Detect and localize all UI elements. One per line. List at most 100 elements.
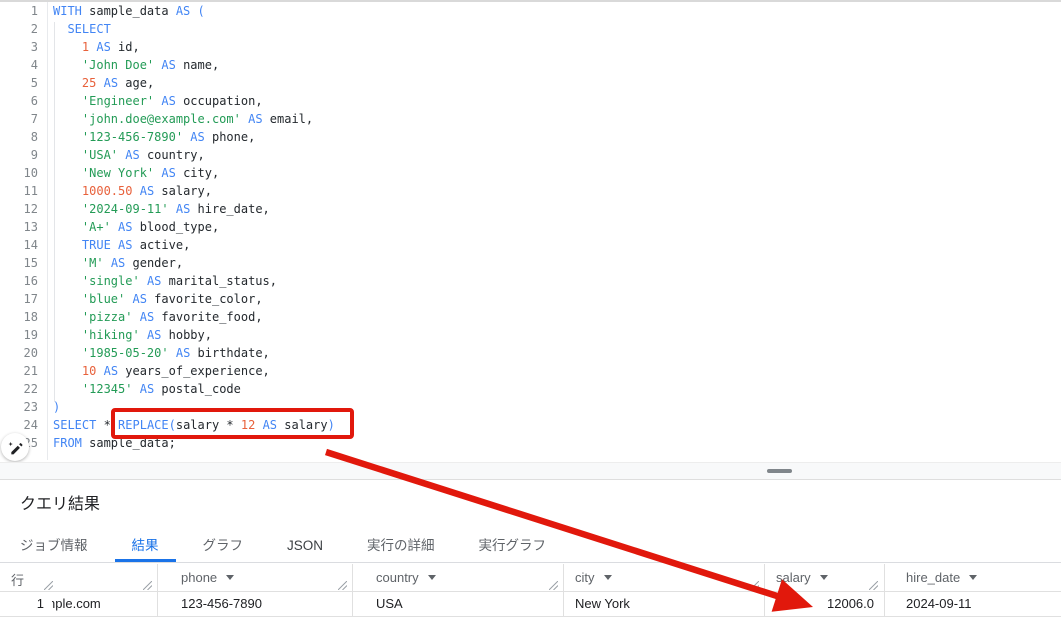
- code-lines[interactable]: 1WITH sample_data AS (2 SELECT3 1 AS id,…: [0, 4, 1061, 454]
- drag-handle-icon[interactable]: [767, 469, 792, 473]
- results-tabs: ジョブ情報 結果 グラフ JSON 実行の詳細 実行グラフ: [0, 530, 1061, 563]
- code-line[interactable]: 23): [0, 400, 1061, 418]
- code-text: '1985-05-20' AS birthdate,: [53, 346, 270, 364]
- line-number: 12: [0, 202, 38, 220]
- code-text: TRUE AS active,: [53, 238, 190, 256]
- code-line[interactable]: 7 'john.doe@example.com' AS email,: [0, 112, 1061, 130]
- column-resize-icon[interactable]: [44, 581, 53, 590]
- code-text: 10 AS years_of_experience,: [53, 364, 270, 382]
- tab-execution-details[interactable]: 実行の詳細: [350, 530, 452, 562]
- code-line[interactable]: 1 WITH sample_data AS (: [0, 4, 1061, 22]
- line-number: 23: [0, 400, 38, 418]
- code-line[interactable]: 14 TRUE AS active,: [0, 238, 1061, 256]
- row-divider: [0, 616, 1061, 617]
- sort-caret-icon[interactable]: [820, 575, 828, 580]
- code-line[interactable]: 13 'A+' AS blood_type,: [0, 220, 1061, 238]
- cell-email-truncated: nple.com: [52, 596, 154, 611]
- sort-caret-icon[interactable]: [428, 575, 436, 580]
- sort-caret-icon[interactable]: [969, 575, 977, 580]
- cell-hire-date: 2024-09-11: [906, 596, 972, 611]
- code-line[interactable]: 3 1 AS id,: [0, 40, 1061, 58]
- code-line[interactable]: 10 'New York' AS city,: [0, 166, 1061, 184]
- panel-splitter[interactable]: [0, 462, 1061, 480]
- code-line[interactable]: 5 25 AS age,: [0, 76, 1061, 94]
- code-text: 'John Doe' AS name,: [53, 58, 219, 76]
- cell-city: New York: [575, 596, 630, 611]
- code-line[interactable]: 24SELECT * REPLACE(salary * 12 AS salary…: [0, 418, 1061, 436]
- line-number: 20: [0, 346, 38, 364]
- line-number: 17: [0, 292, 38, 310]
- line-number: 2: [0, 22, 38, 40]
- column-resize-icon[interactable]: [143, 581, 152, 590]
- code-line[interactable]: 19 'hiking' AS hobby,: [0, 328, 1061, 346]
- column-divider: [352, 564, 353, 616]
- cell-country: USA: [376, 596, 403, 611]
- code-text: '123-456-7890' AS phone,: [53, 130, 255, 148]
- code-text: 1 AS id,: [53, 40, 140, 58]
- code-text: 'single' AS marital_status,: [53, 274, 277, 292]
- code-text: WITH sample_data AS (: [53, 4, 205, 22]
- code-text: 'New York' AS city,: [53, 166, 219, 184]
- code-line[interactable]: 17 'blue' AS favorite_color,: [0, 292, 1061, 310]
- code-text: SELECT: [53, 22, 111, 40]
- code-line[interactable]: 22 '12345' AS postal_code: [0, 382, 1061, 400]
- tab-chart[interactable]: グラフ: [186, 530, 261, 562]
- column-header-city[interactable]: city: [575, 570, 612, 585]
- line-number: 19: [0, 328, 38, 346]
- code-text: SELECT * REPLACE(salary * 12 AS salary): [53, 418, 335, 436]
- code-text: 'pizza' AS favorite_food,: [53, 310, 263, 328]
- column-header-phone[interactable]: phone: [181, 570, 234, 585]
- code-line[interactable]: 6 'Engineer' AS occupation,: [0, 94, 1061, 112]
- code-line[interactable]: 21 10 AS years_of_experience,: [0, 364, 1061, 382]
- column-resize-icon[interactable]: [750, 581, 759, 590]
- code-text: '12345' AS postal_code: [53, 382, 241, 400]
- code-line[interactable]: 20 '1985-05-20' AS birthdate,: [0, 346, 1061, 364]
- sort-caret-icon[interactable]: [604, 575, 612, 580]
- line-number: 8: [0, 130, 38, 148]
- line-number: 3: [0, 40, 38, 58]
- code-text: 'A+' AS blood_type,: [53, 220, 219, 238]
- tab-job-info[interactable]: ジョブ情報: [3, 530, 105, 562]
- sql-editor[interactable]: 1WITH sample_data AS (2 SELECT3 1 AS id,…: [0, 2, 1061, 462]
- code-text: 'M' AS gender,: [53, 256, 183, 274]
- ai-edit-pencil-icon[interactable]: [1, 433, 29, 461]
- code-line[interactable]: 12 '2024-09-11' AS hire_date,: [0, 202, 1061, 220]
- code-line[interactable]: 9 'USA' AS country,: [0, 148, 1061, 166]
- code-text: FROM sample_data;: [53, 436, 176, 454]
- code-line[interactable]: 16 'single' AS marital_status,: [0, 274, 1061, 292]
- tab-execution-graph[interactable]: 実行グラフ: [462, 530, 564, 562]
- code-text: 'Engineer' AS occupation,: [53, 94, 263, 112]
- line-number: 6: [0, 94, 38, 112]
- code-line[interactable]: 18 'pizza' AS favorite_food,: [0, 310, 1061, 328]
- code-text: 'john.doe@example.com' AS email,: [53, 112, 313, 130]
- line-number: 7: [0, 112, 38, 130]
- column-divider: [563, 564, 564, 616]
- code-line[interactable]: 4 'John Doe' AS name,: [0, 58, 1061, 76]
- column-header-row-number: 行: [11, 570, 24, 589]
- line-number: 11: [0, 184, 38, 202]
- column-header-hire-date[interactable]: hire_date: [906, 570, 977, 585]
- column-resize-icon[interactable]: [338, 581, 347, 590]
- line-number: 4: [0, 58, 38, 76]
- cell-phone: 123-456-7890: [181, 596, 262, 611]
- code-line[interactable]: 2 SELECT: [0, 22, 1061, 40]
- tab-results[interactable]: 結果: [115, 530, 176, 562]
- code-line[interactable]: 15 'M' AS gender,: [0, 256, 1061, 274]
- sort-caret-icon[interactable]: [226, 575, 234, 580]
- code-line[interactable]: 8 '123-456-7890' AS phone,: [0, 130, 1061, 148]
- code-line[interactable]: 11 1000.50 AS salary,: [0, 184, 1061, 202]
- line-number: 1: [0, 4, 38, 22]
- tab-json[interactable]: JSON: [270, 530, 340, 562]
- column-header-country[interactable]: country: [376, 570, 436, 585]
- column-resize-icon[interactable]: [869, 581, 878, 590]
- code-line[interactable]: 25FROM sample_data;: [0, 436, 1061, 454]
- line-number: 10: [0, 166, 38, 184]
- results-panel-title: クエリ結果: [20, 490, 100, 514]
- column-header-salary[interactable]: salary: [776, 570, 828, 585]
- cell-row-number: 1: [0, 596, 44, 611]
- cell-salary: 12006.0: [764, 596, 874, 611]
- column-resize-icon[interactable]: [549, 581, 558, 590]
- code-text: ): [53, 400, 60, 418]
- bigquery-query-page: 1WITH sample_data AS (2 SELECT3 1 AS id,…: [0, 0, 1061, 632]
- column-divider: [884, 564, 885, 616]
